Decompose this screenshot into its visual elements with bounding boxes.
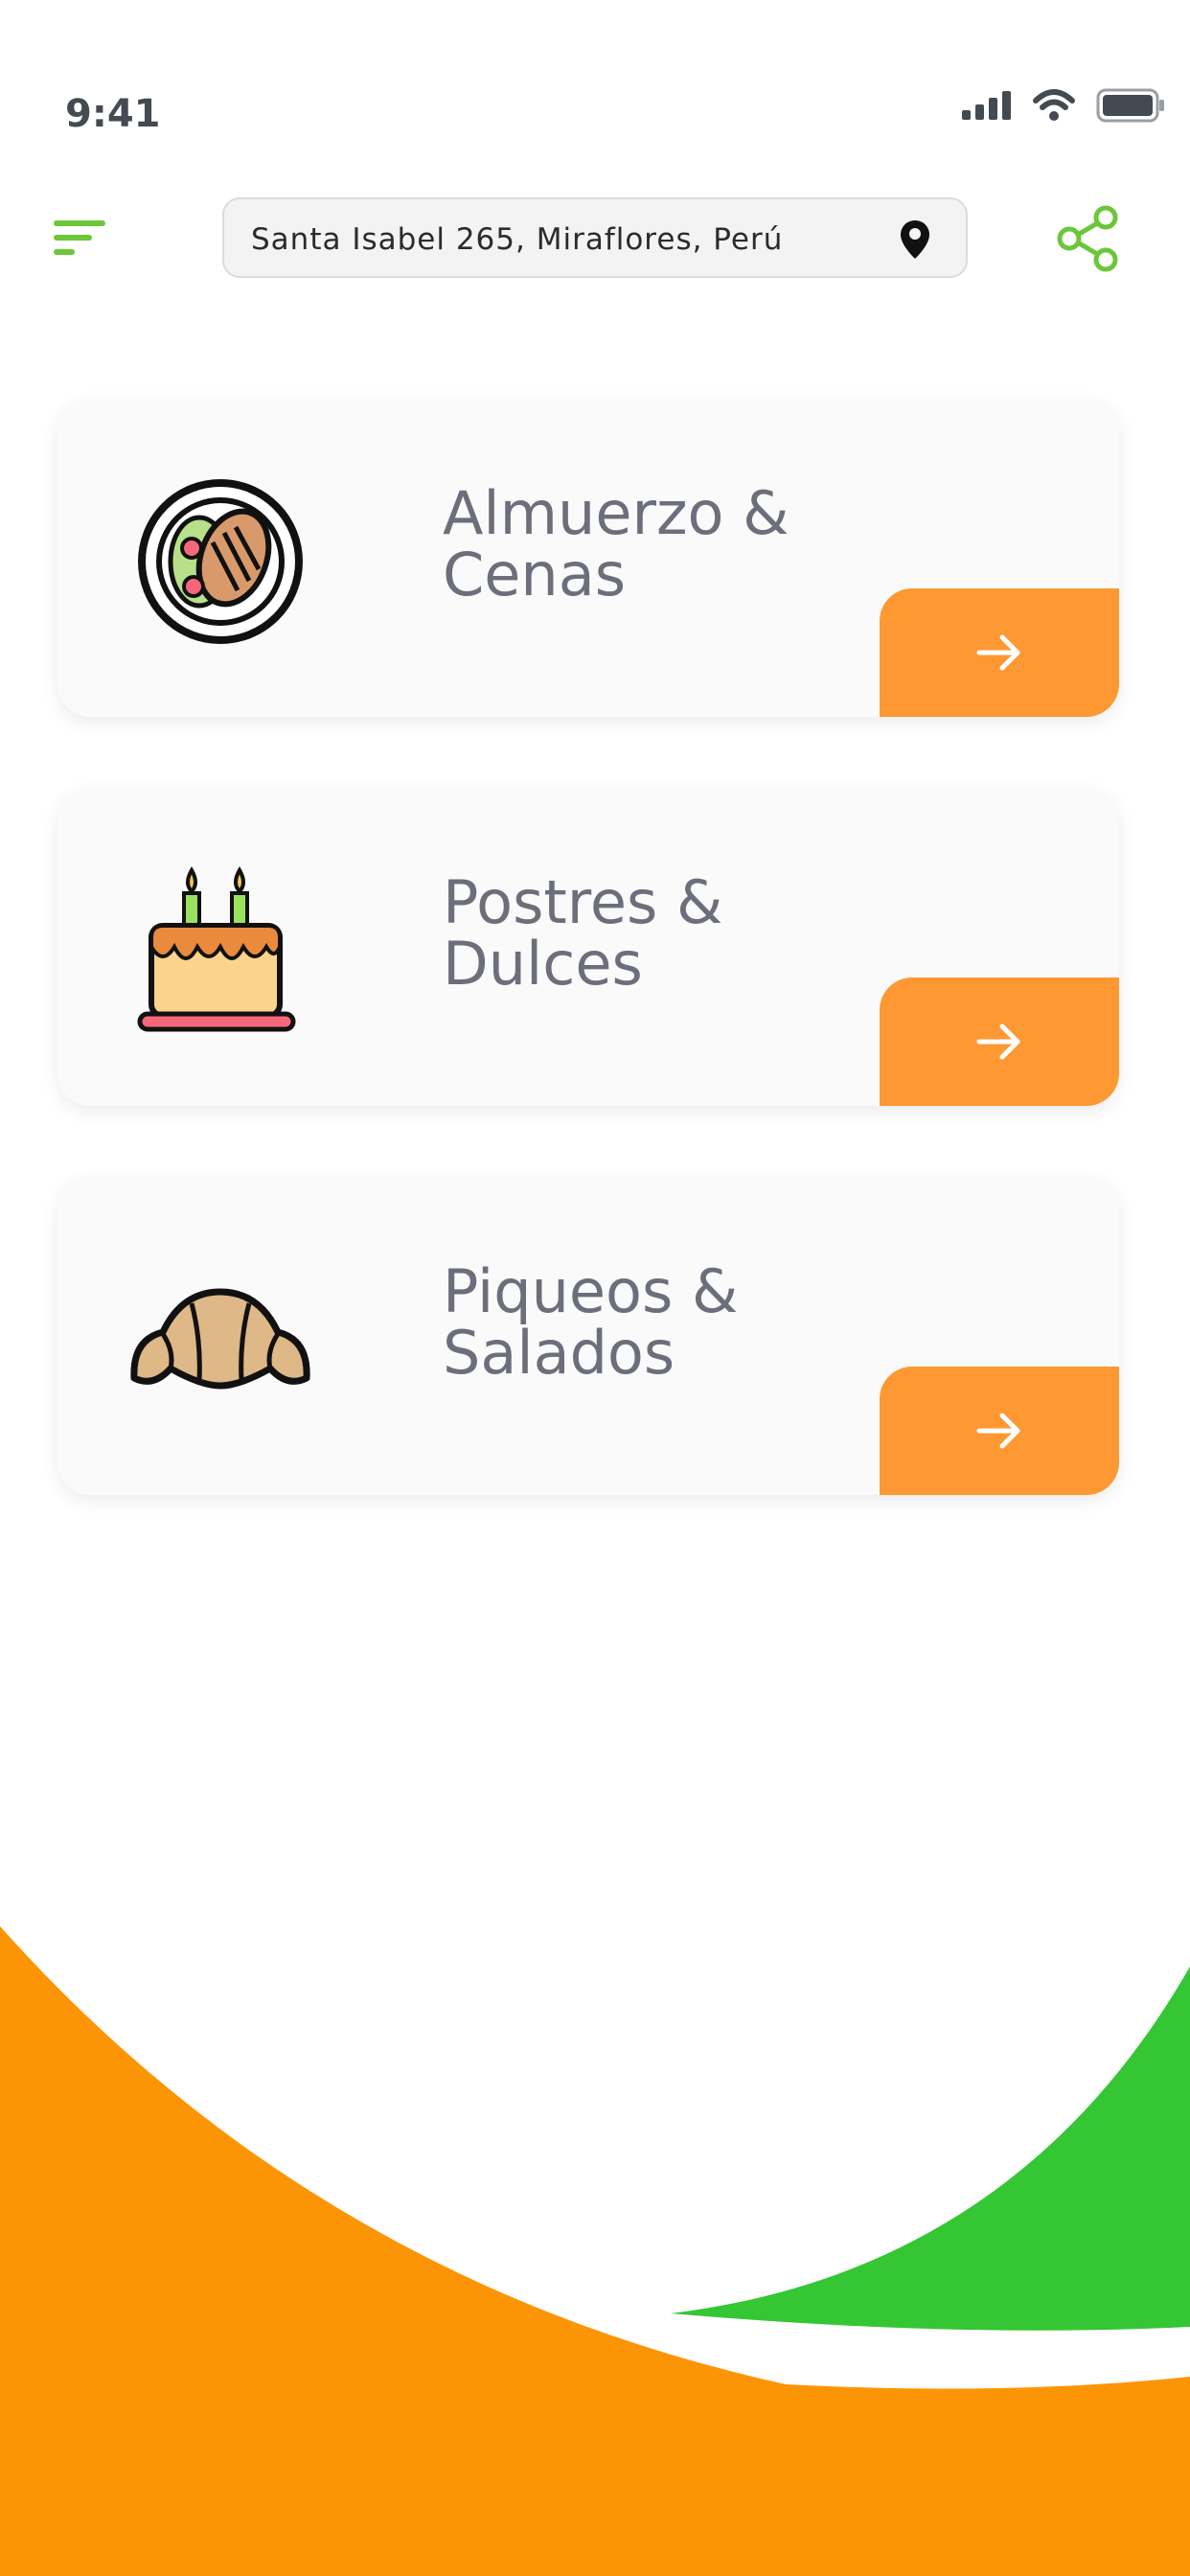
category-card-almuerzo[interactable]: Almuerzo & Cenas: [57, 399, 1119, 717]
open-category-button[interactable]: [880, 1367, 1119, 1495]
menu-line-icon: [54, 235, 92, 241]
share-icon[interactable]: [1054, 205, 1121, 272]
category-title: Postres & Dulces: [443, 872, 864, 995]
address-text: Santa Isabel 265, Miraflores, Perú: [251, 222, 784, 257]
category-title: Piqueos & Salados: [443, 1261, 864, 1384]
battery-icon: [1096, 88, 1164, 123]
category-card-postres[interactable]: Postres & Dulces: [57, 788, 1119, 1106]
decorative-waves: [0, 1926, 1190, 2576]
open-category-button[interactable]: [880, 978, 1119, 1106]
category-card-piqueos[interactable]: Piqueos & Salados: [57, 1177, 1119, 1495]
category-title-line: Dulces: [443, 929, 643, 999]
arrow-right-icon: [976, 634, 1020, 671]
category-title-line: Salados: [443, 1318, 675, 1388]
menu-button[interactable]: [54, 220, 109, 261]
arrow-right-icon: [976, 1413, 1020, 1449]
status-bar: 9:41: [0, 0, 1190, 211]
top-bar: Santa Isabel 265, Miraflores, Perú: [0, 192, 1190, 288]
birthday-cake-icon: [137, 865, 296, 1032]
status-time: 9:41: [65, 92, 161, 136]
open-category-button[interactable]: [880, 588, 1119, 717]
meal-plate-icon: [138, 479, 303, 644]
cellular-signal-icon: [962, 91, 1011, 120]
address-field[interactable]: Santa Isabel 265, Miraflores, Perú: [222, 197, 968, 278]
category-title-line: Cenas: [443, 540, 627, 610]
location-pin-icon[interactable]: [899, 218, 931, 261]
croissant-icon: [130, 1288, 310, 1390]
category-title-line: Piqueos &: [443, 1256, 739, 1326]
category-title-line: Postres &: [443, 867, 723, 937]
status-icons: [962, 88, 1165, 123]
menu-line-icon: [54, 249, 75, 255]
menu-line-icon: [54, 220, 105, 226]
category-title: Almuerzo & Cenas: [443, 483, 864, 606]
category-title-line: Almuerzo &: [443, 478, 790, 548]
wifi-icon: [1033, 89, 1075, 121]
arrow-right-icon: [976, 1024, 1020, 1060]
